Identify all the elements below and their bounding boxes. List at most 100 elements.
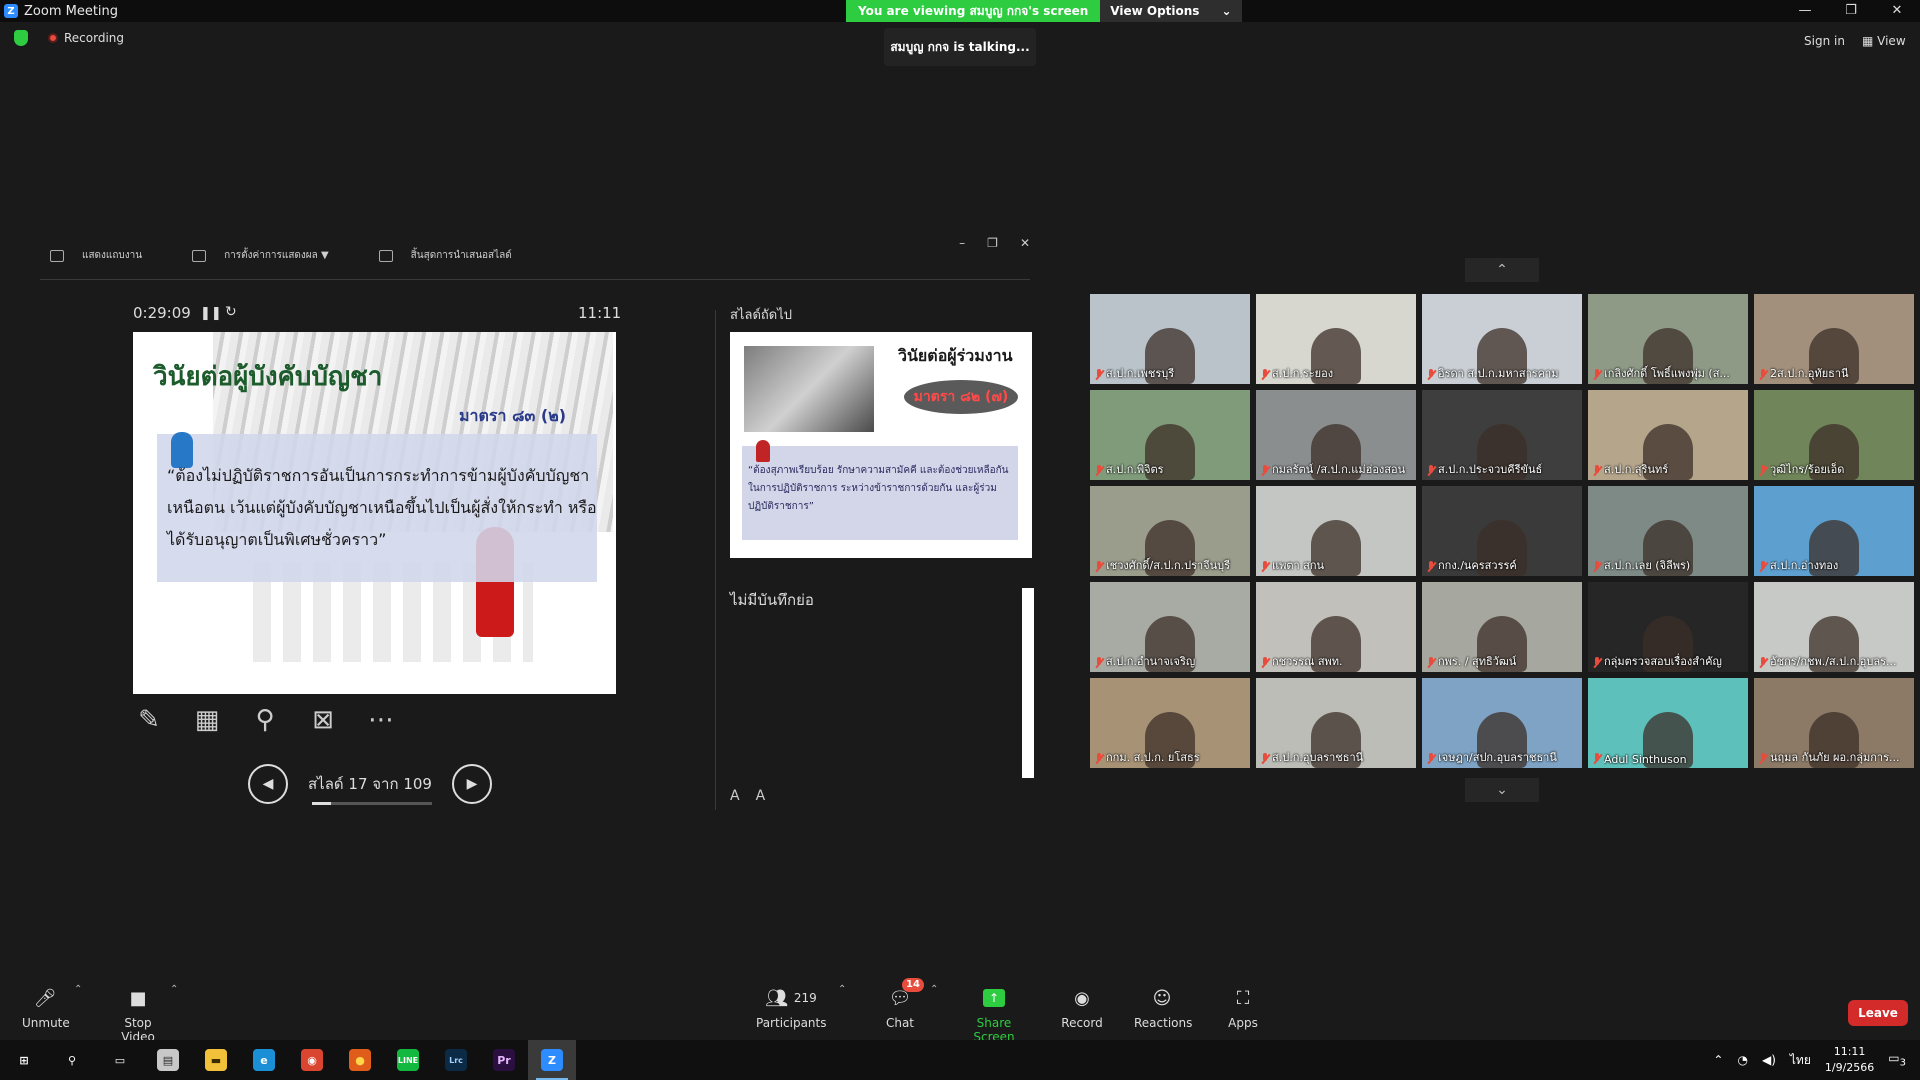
participant-tile[interactable]: Adul Sinthuson (1588, 678, 1748, 768)
smiley-icon: ☺ (1152, 987, 1172, 1009)
display-settings-button[interactable]: การตั้งค่าการแสดงผล ▼ (192, 248, 329, 263)
taskbar-app[interactable]: Pr (480, 1040, 528, 1080)
gallery-page-down-button[interactable]: ⌄ (1465, 778, 1539, 802)
presenter-minimize-button[interactable]: – (959, 236, 965, 250)
active-speaker-indicator: สมบูญ กกจ is talking... (884, 28, 1036, 66)
taskbar-app[interactable]: Z (528, 1040, 576, 1080)
next-slide-button[interactable]: ▶ (451, 764, 492, 804)
participant-tile[interactable]: ส.ป.ก.สุรินทร์ (1588, 390, 1748, 480)
reactions-button[interactable]: ☺ Reactions (1134, 984, 1192, 1031)
previous-slide-button[interactable]: ◀ (248, 764, 288, 804)
taskbar-app[interactable]: ● (336, 1040, 384, 1080)
presenter-restore-button[interactable]: ❐ (987, 236, 998, 250)
audio-options-caret[interactable]: ⌃ (74, 984, 82, 995)
notes-scrollbar[interactable] (1022, 588, 1034, 778)
participant-tile[interactable]: วุฒิไกร/ร้อยเอ็ด (1754, 390, 1914, 480)
participant-tile[interactable]: ส.ป.ก.พิจิตร (1090, 390, 1250, 480)
presenter-close-button[interactable]: ✕ (1020, 236, 1030, 250)
maximize-button[interactable]: ❐ (1828, 0, 1874, 22)
participant-tile[interactable]: กกง./นครสวรรค์ (1422, 486, 1582, 576)
taskbar-app[interactable]: ⚲ (48, 1040, 96, 1080)
decrease-font-button[interactable]: A (756, 788, 766, 804)
all-slides-icon[interactable]: ▦ (191, 704, 223, 736)
participant-tile[interactable]: นฤมล กันภัย ผอ.กลุ่มการ... (1754, 678, 1914, 768)
taskbar-app[interactable]: ⊞ (0, 1040, 48, 1080)
next-slide-preview[interactable]: วินัยต่อผู้ร่วมงาน มาตรา ๘๒ (๗) “ต้องสุภ… (730, 332, 1032, 558)
record-button[interactable]: ◉ Record (1060, 984, 1104, 1031)
chat-unread-badge: 14 (902, 978, 924, 992)
taskbar-app[interactable]: ◉ (288, 1040, 336, 1080)
notifications-icon[interactable]: ▭3 (1888, 1051, 1906, 1068)
view-options-button[interactable]: View Options ⌄ (1100, 0, 1242, 22)
participant-tile[interactable]: ส.ป.ก.อุบลราชธานี (1256, 678, 1416, 768)
taskbar-app[interactable]: LINE (384, 1040, 432, 1080)
zoom-icon[interactable]: ⚲ (249, 704, 281, 736)
participant-tile[interactable]: เกลิงศักดิ์ โพธิ์แพงพุ่ม (ส... (1588, 294, 1748, 384)
participant-name: กกม. ส.ป.ก. ยโสธร (1106, 751, 1200, 764)
participant-tile[interactable]: ส.ป.ก.อำนาจเจริญ (1090, 582, 1250, 672)
participant-tile[interactable]: เจษฎา/สปก.อุบลราชธานี (1422, 678, 1582, 768)
muted-microphone-icon (1592, 369, 1602, 381)
pause-icon[interactable]: ❚❚ (200, 306, 222, 321)
security-shield-icon[interactable] (14, 30, 28, 46)
participant-tile[interactable]: กมลรัตน์ /ส.ป.ก.แม่ฮ่องสอน (1256, 390, 1416, 480)
taskbar-app[interactable]: ▭ (96, 1040, 144, 1080)
system-clock[interactable]: 11:11 1/9/2566 (1825, 1044, 1874, 1076)
volume-icon[interactable]: ◀) (1762, 1053, 1776, 1067)
participant-tile[interactable]: ส.ป.ก.ประจวบคีรีขันธ์ (1422, 390, 1582, 480)
participant-name: อิรดา ส.ป.ก.มหาสารคาม (1438, 367, 1559, 380)
team-hands-photo (744, 346, 874, 432)
participants-options-caret[interactable]: ⌃ (838, 984, 846, 995)
pane-divider[interactable] (715, 310, 716, 810)
video-camera-icon: ■ (129, 987, 147, 1009)
participant-tile[interactable]: เชวงศักดิ์/ส.ป.ก.ปราจีนบุรี (1090, 486, 1250, 576)
increase-font-button[interactable]: A (730, 788, 740, 804)
taskbar-app[interactable]: e (240, 1040, 288, 1080)
view-button[interactable]: ▦ View (1862, 34, 1906, 48)
close-button[interactable]: ✕ (1874, 0, 1920, 22)
taskbar-app[interactable]: ▬ (192, 1040, 240, 1080)
participant-tile[interactable]: ส.ป.ก.อ่างทอง (1754, 486, 1914, 576)
gallery-page-up-button[interactable]: ⌃ (1465, 258, 1539, 282)
reset-timer-icon[interactable]: ↻ (225, 304, 237, 320)
participant-tile[interactable]: กกม. ส.ป.ก. ยโสธร (1090, 678, 1250, 768)
stop-video-button[interactable]: ■ Stop Video (108, 984, 168, 1045)
muted-microphone-icon (1426, 465, 1436, 477)
taskbar-app[interactable]: ▤ (144, 1040, 192, 1080)
participant-name: เชวงศักดิ์/ส.ป.ก.ปราจีนบุรี (1106, 559, 1231, 572)
participant-tile[interactable]: กลุ่มตรวจสอบเรื่องสำคัญ (1588, 582, 1748, 672)
leave-button[interactable]: Leave (1848, 1000, 1908, 1026)
wifi-icon[interactable]: ◔ (1737, 1053, 1747, 1067)
participant-tile[interactable]: ส.ป.ก.ระยอง (1256, 294, 1416, 384)
participant-tile[interactable]: กพร. / สุทธิวัฒน์ (1422, 582, 1582, 672)
pen-icon[interactable]: ✎ (133, 704, 165, 736)
show-taskbar-button[interactable]: แสดงแถบงาน (50, 248, 142, 263)
chat-options-caret[interactable]: ⌃ (930, 984, 938, 995)
minimize-button[interactable]: — (1782, 0, 1828, 22)
input-language[interactable]: ไทย (1790, 1051, 1811, 1070)
apps-button[interactable]: ⛶ Apps (1226, 984, 1260, 1031)
participants-button[interactable]: 👥︎ 219 Participants (756, 984, 827, 1031)
participant-tile[interactable]: อิรดา ส.ป.ก.มหาสารคาม (1422, 294, 1582, 384)
participant-name: ส.ป.ก.อุบลราชธานี (1272, 751, 1364, 764)
window-controls: — ❐ ✕ (1782, 0, 1920, 22)
share-screen-button[interactable]: ↑ Share Screen (956, 984, 1032, 1044)
black-screen-icon[interactable]: ⊠ (307, 704, 339, 736)
taskbar-app[interactable]: Lrc (432, 1040, 480, 1080)
unmute-button[interactable]: 🎤︎ Unmute (22, 984, 70, 1031)
participant-tile[interactable]: แพตา สกน (1256, 486, 1416, 576)
participant-tile[interactable]: 2ส.ป.ก.อุทัยธานี (1754, 294, 1914, 384)
start-icon: ⊞ (19, 1053, 29, 1067)
participant-tile[interactable]: กชวรรณ สพท. (1256, 582, 1416, 672)
more-options-icon[interactable]: ⋯ (365, 704, 397, 736)
sign-in-link[interactable]: Sign in (1804, 34, 1845, 48)
participant-tile[interactable]: ส.ป.ก.เลย (จิลีพร) (1588, 486, 1748, 576)
show-hidden-icons-caret[interactable]: ⌃ (1713, 1053, 1723, 1067)
video-options-caret[interactable]: ⌃ (170, 984, 178, 995)
end-show-button[interactable]: สิ้นสุดการนำเสนอสไลด์ (378, 248, 512, 263)
participant-tile[interactable]: ส.ป.ก.เพชรบุรี (1090, 294, 1250, 384)
participant-name: เกลิงศักดิ์ โพธิ์แพงพุ่ม (ส... (1604, 367, 1730, 380)
muted-microphone-icon (1758, 657, 1768, 669)
participant-tile[interactable]: อัชกร/กชพ./ส.ป.ก.อุบลร... (1754, 582, 1914, 672)
task-view-icon: ▭ (114, 1053, 126, 1067)
